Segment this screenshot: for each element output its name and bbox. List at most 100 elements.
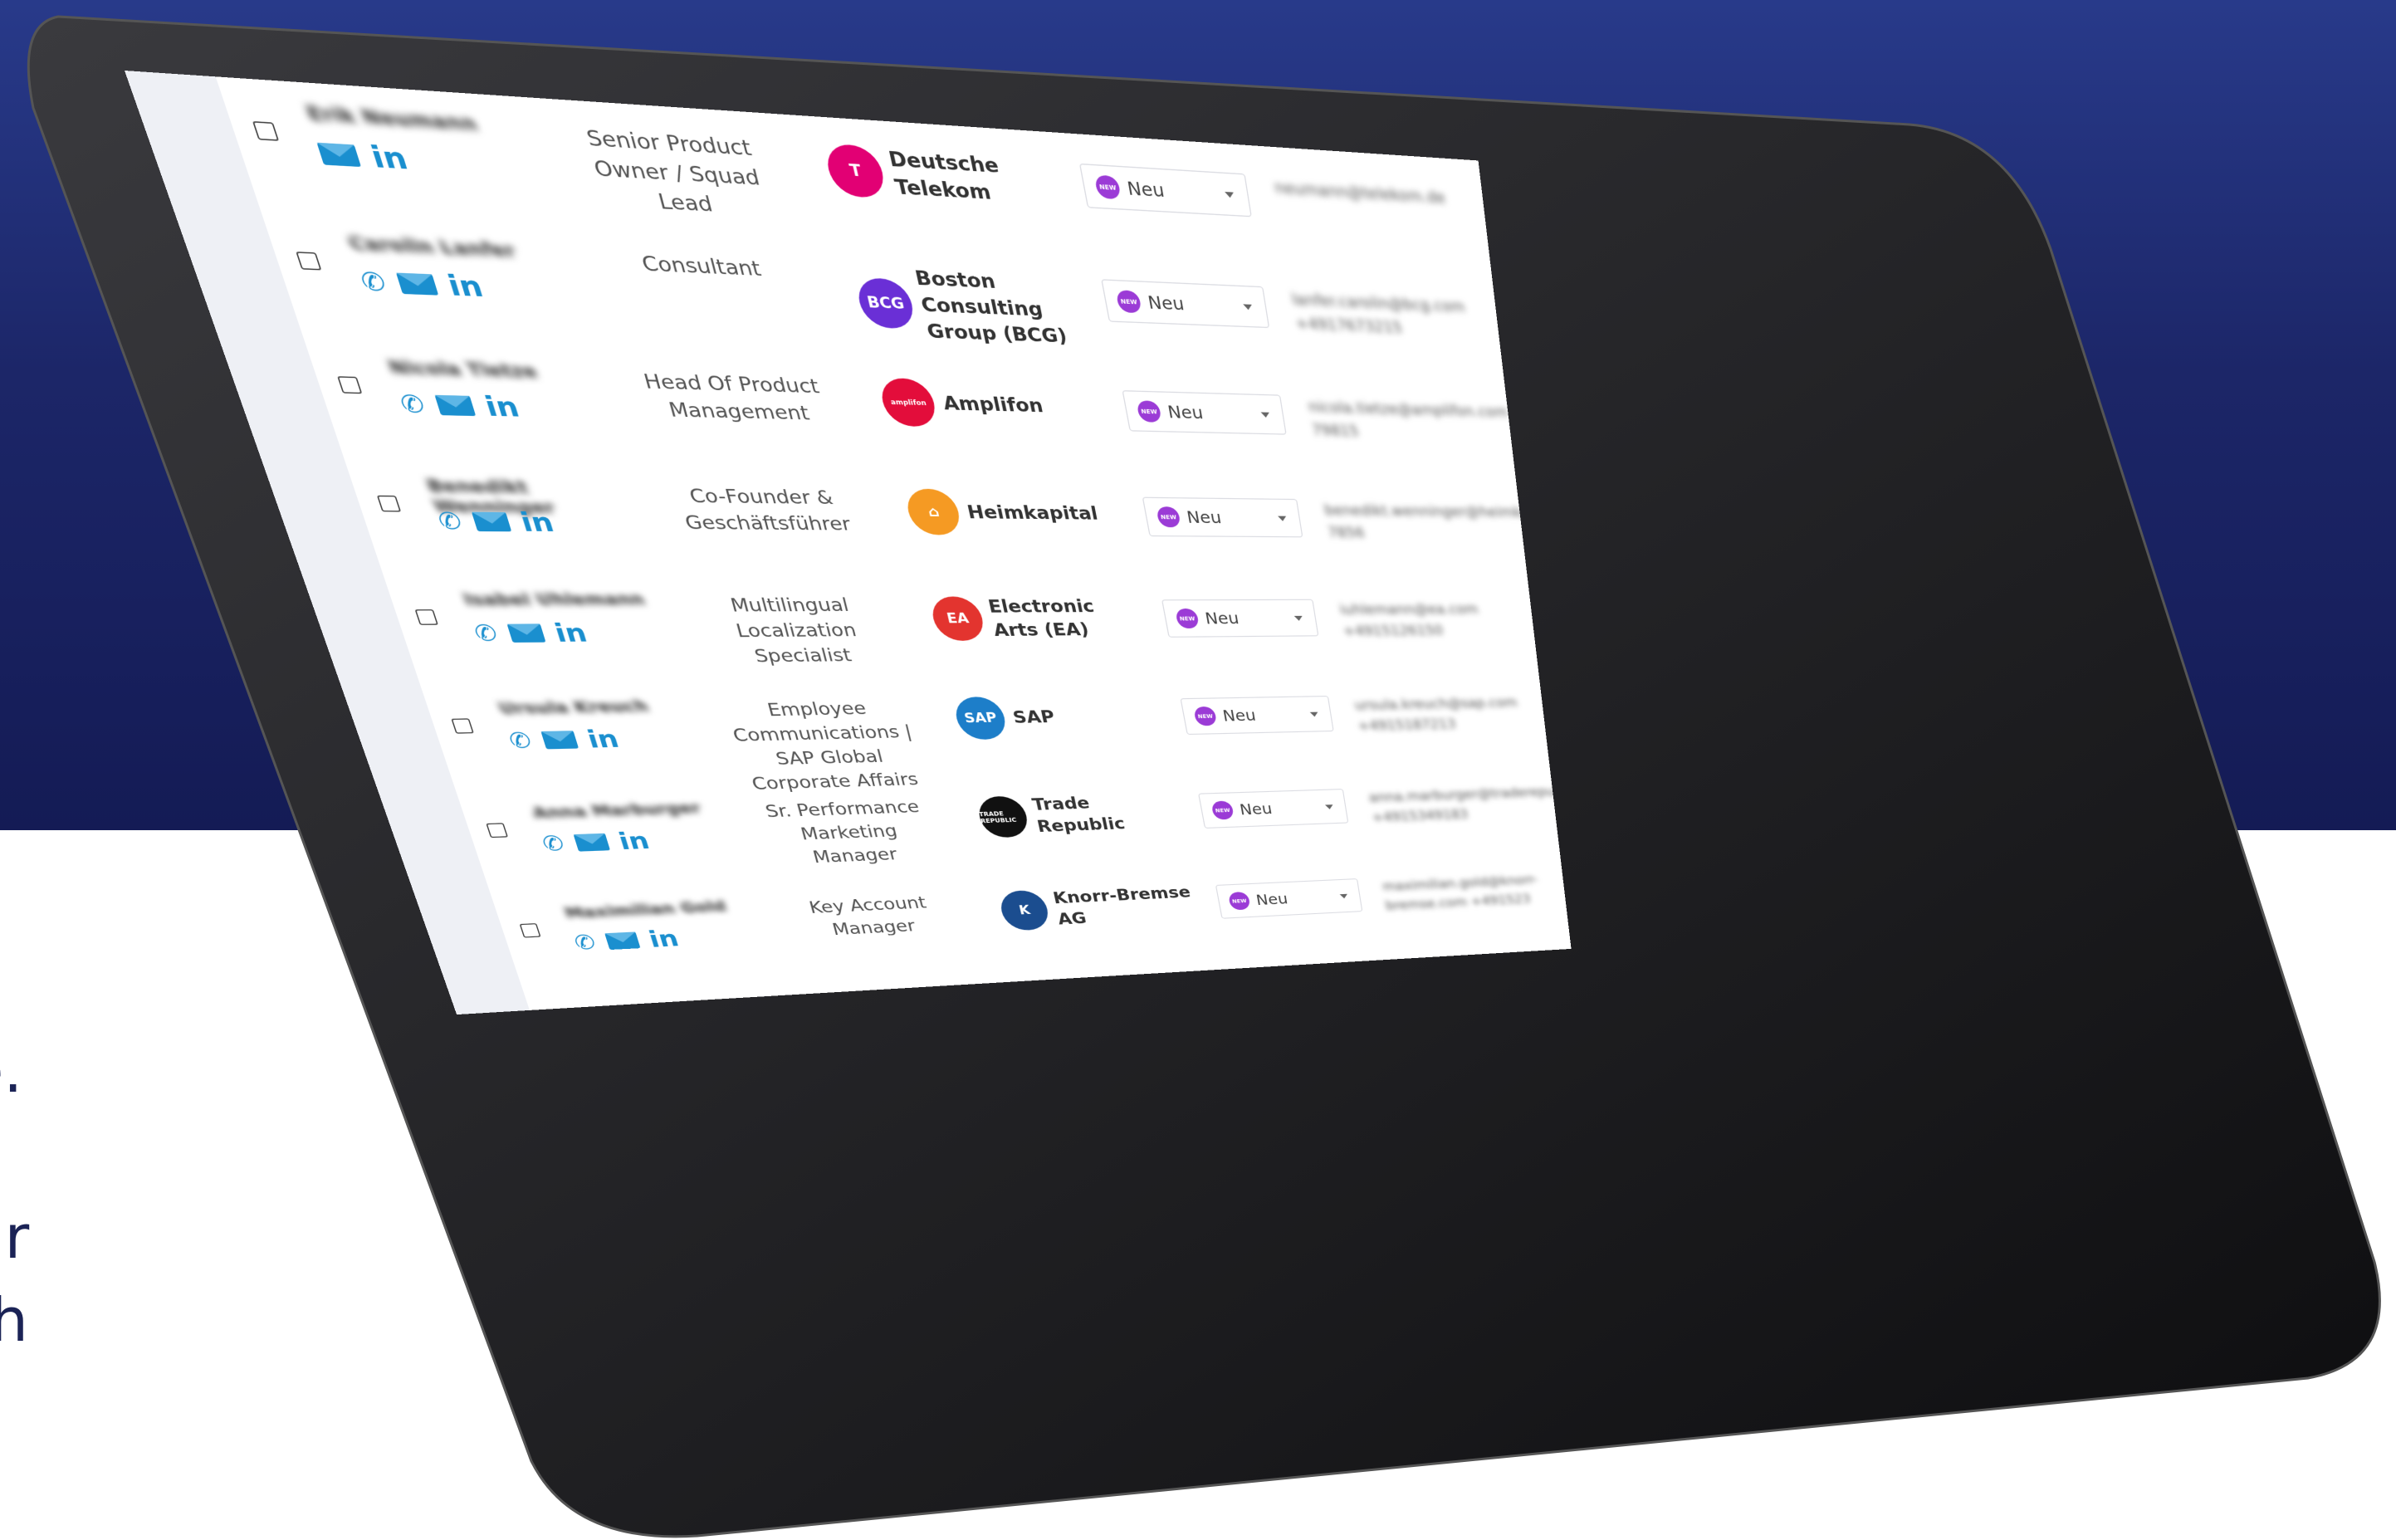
contact-name[interactable]: Anna Marburger (531, 799, 717, 823)
job-title: Sr. Performance Marketing Manager (763, 797, 922, 868)
row-checkbox[interactable] (486, 823, 509, 838)
contact-actions: ✆ in (471, 618, 591, 648)
status-value: Neu (1254, 890, 1289, 909)
chevron-down-icon[interactable] (1225, 191, 1235, 198)
chevron-down-icon[interactable] (1325, 804, 1334, 809)
company-name[interactable]: Boston Consulting Group (BCG) (912, 265, 1092, 350)
mail-icon[interactable] (434, 394, 476, 417)
contact-info[interactable]: nicola.tietze@amplifon.com 79815 (1307, 395, 1509, 446)
status-value: Neu (1203, 609, 1240, 628)
chevron-down-icon[interactable] (1243, 304, 1253, 310)
company-logo-text: BCG (865, 294, 907, 313)
contact-info[interactable]: iuhlemann@ea.com +4915126150 (1338, 599, 1530, 642)
company-logo-text: ⌂ (926, 503, 941, 521)
phone-icon[interactable]: ✆ (539, 832, 567, 856)
job-title: Consultant (638, 252, 764, 281)
new-badge-icon: NEW (1193, 706, 1218, 726)
job-title: Key Account Manager (806, 892, 929, 940)
phone-icon[interactable]: ✆ (506, 728, 535, 753)
row-checkbox[interactable] (296, 252, 322, 271)
linkedin-icon[interactable]: in (645, 925, 682, 952)
linkedin-icon[interactable]: in (481, 390, 522, 423)
mail-icon[interactable] (506, 623, 546, 643)
linkedin-icon[interactable]: in (551, 618, 591, 648)
phone-icon[interactable]: ✆ (357, 267, 389, 297)
company-name[interactable]: Deutsche Telekom (886, 145, 1064, 210)
linkedin-icon[interactable]: in (615, 827, 653, 855)
status-select[interactable]: NEW Neu (1215, 878, 1363, 919)
row-checkbox[interactable] (376, 495, 402, 512)
company-name[interactable]: Amplifon (941, 390, 1045, 418)
phone-icon[interactable]: ✆ (434, 508, 465, 535)
contact-name[interactable]: Ursula Kreuch (496, 697, 688, 718)
row-checkbox[interactable] (252, 120, 280, 141)
linkedin-icon[interactable]: in (584, 725, 622, 754)
phone-icon[interactable]: ✆ (471, 621, 501, 647)
mail-icon[interactable] (471, 511, 511, 532)
contact-name[interactable]: Maximilian Gold (563, 897, 745, 922)
mail-icon[interactable] (604, 931, 641, 951)
phone-icon[interactable]: ✆ (571, 931, 599, 954)
row-checkbox[interactable] (337, 376, 363, 394)
company-logo: BCG (853, 277, 917, 330)
company-name[interactable]: Electronic Arts (EA) (986, 594, 1148, 642)
phone-icon[interactable]: ✆ (397, 390, 428, 418)
company: ⌂ Heimkapital (902, 488, 1128, 536)
company-logo: K (997, 889, 1052, 931)
contact-info[interactable]: neumann@telekom.de (1273, 175, 1479, 212)
job-title: Co-Founder & Geschäftsführer (682, 485, 853, 535)
chevron-down-icon[interactable] (1260, 412, 1270, 418)
linkedin-icon[interactable]: in (366, 139, 412, 176)
company-logo-text: K (1017, 903, 1032, 918)
mail-icon[interactable] (395, 272, 438, 296)
status-select[interactable]: NEW Neu (1122, 390, 1287, 435)
contact-info[interactable]: lanfer.carolin@bcg.com +4917673215 (1290, 287, 1495, 343)
row-checkbox[interactable] (519, 923, 541, 938)
contact-info[interactable]: maximilian.gold@knorr-bremse.com +491523 (1381, 869, 1562, 916)
status-select[interactable]: NEW Neu (1142, 496, 1303, 538)
chevron-down-icon[interactable] (1309, 711, 1319, 717)
side-text-line: th (0, 1285, 28, 1355)
linkedin-icon[interactable]: in (443, 269, 487, 304)
contact-name[interactable]: Isabel Uhlemann (461, 590, 658, 610)
company-name[interactable]: Heimkapital (965, 500, 1100, 526)
contact-info[interactable]: ursula.kreuch@sap.com +4915187213 (1353, 692, 1541, 737)
company-logo-text: amplifon (889, 398, 927, 408)
status-select[interactable]: NEW Neu (1161, 599, 1319, 638)
new-badge-icon: NEW (1175, 608, 1200, 629)
chevron-down-icon[interactable] (1278, 516, 1288, 521)
contact-actions: ✆ in (571, 925, 682, 954)
contact-info[interactable]: anna.marburger@traderepublic.com +491534… (1367, 782, 1572, 828)
mail-icon[interactable] (540, 731, 579, 750)
table-row[interactable]: Isabel Uhlemann ✆ in Multilingual Locali… (306, 584, 1538, 692)
status-select[interactable]: NEW Neu (1197, 789, 1349, 829)
job-title: Employee Communications | SAP Global Cor… (730, 698, 921, 794)
side-text-line: ur (0, 1202, 30, 1272)
mail-icon[interactable] (316, 142, 362, 168)
status-select[interactable]: NEW Neu (1101, 279, 1270, 329)
company: amplifon Amplifon (877, 377, 1108, 431)
contact-actions: ✆ in (357, 267, 487, 304)
company: T Deutsche Telekom (822, 141, 1064, 210)
status-select[interactable]: NEW Neu (1078, 163, 1252, 218)
contact-name[interactable]: Nicola Tietze (386, 357, 594, 384)
company-name[interactable]: Knorr-Bremse AG (1051, 882, 1202, 930)
table-row[interactable]: Benedikt Wenninger ✆ in Co-Founder & Ges… (265, 468, 1572, 579)
row-checkbox[interactable] (414, 609, 438, 625)
company-name[interactable]: SAP (1010, 706, 1057, 729)
company-name[interactable]: Trade Republic (1030, 790, 1185, 838)
mail-icon[interactable] (573, 833, 610, 852)
company-logo: SAP (951, 696, 1010, 741)
chevron-down-icon[interactable] (1339, 893, 1348, 899)
contact-actions: ✆ in (539, 827, 653, 856)
status-value: Neu (1166, 401, 1205, 423)
contact-info[interactable]: benedikt.wenninger@heimkapital.de 7856 (1323, 499, 1572, 545)
job-title: Head Of Product Management (641, 369, 822, 425)
chevron-down-icon[interactable] (1293, 615, 1303, 621)
status-select[interactable]: NEW Neu (1180, 695, 1334, 736)
contact-name[interactable]: Carolin Lanfer (345, 232, 559, 264)
row-checkbox[interactable] (451, 718, 474, 734)
company-logo-text: SAP (962, 710, 999, 726)
side-text: e. a ur th (0, 1029, 66, 1362)
company-logo-text: T (848, 161, 863, 181)
